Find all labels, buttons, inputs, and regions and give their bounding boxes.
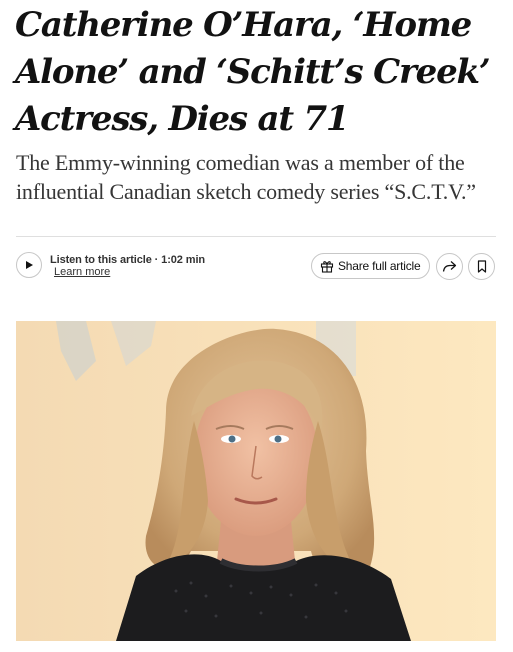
learn-more-link[interactable]: Learn more [54,266,205,278]
gift-icon [320,261,334,273]
article-summary: The Emmy-winning comedian was a member o… [16,150,476,204]
portrait-illustration [16,321,496,641]
bookmark-icon [477,260,486,273]
play-icon [26,261,33,269]
share-full-article-button[interactable]: Share full article [311,253,430,279]
audio-player: Listen to this article · 1:02 min Learn … [16,252,205,278]
share-button[interactable] [436,253,463,280]
listen-label: Listen to this article · 1:02 min [50,254,206,266]
share-arrow-icon [442,261,457,272]
article-photo [16,321,496,641]
divider [16,236,496,237]
save-button[interactable] [468,253,495,280]
share-full-article-label: Share full article [338,259,421,273]
play-button[interactable] [16,252,42,278]
article-headline: Catherine O’Hara, ‘Home Alone’ and ‘Schi… [15,5,491,139]
